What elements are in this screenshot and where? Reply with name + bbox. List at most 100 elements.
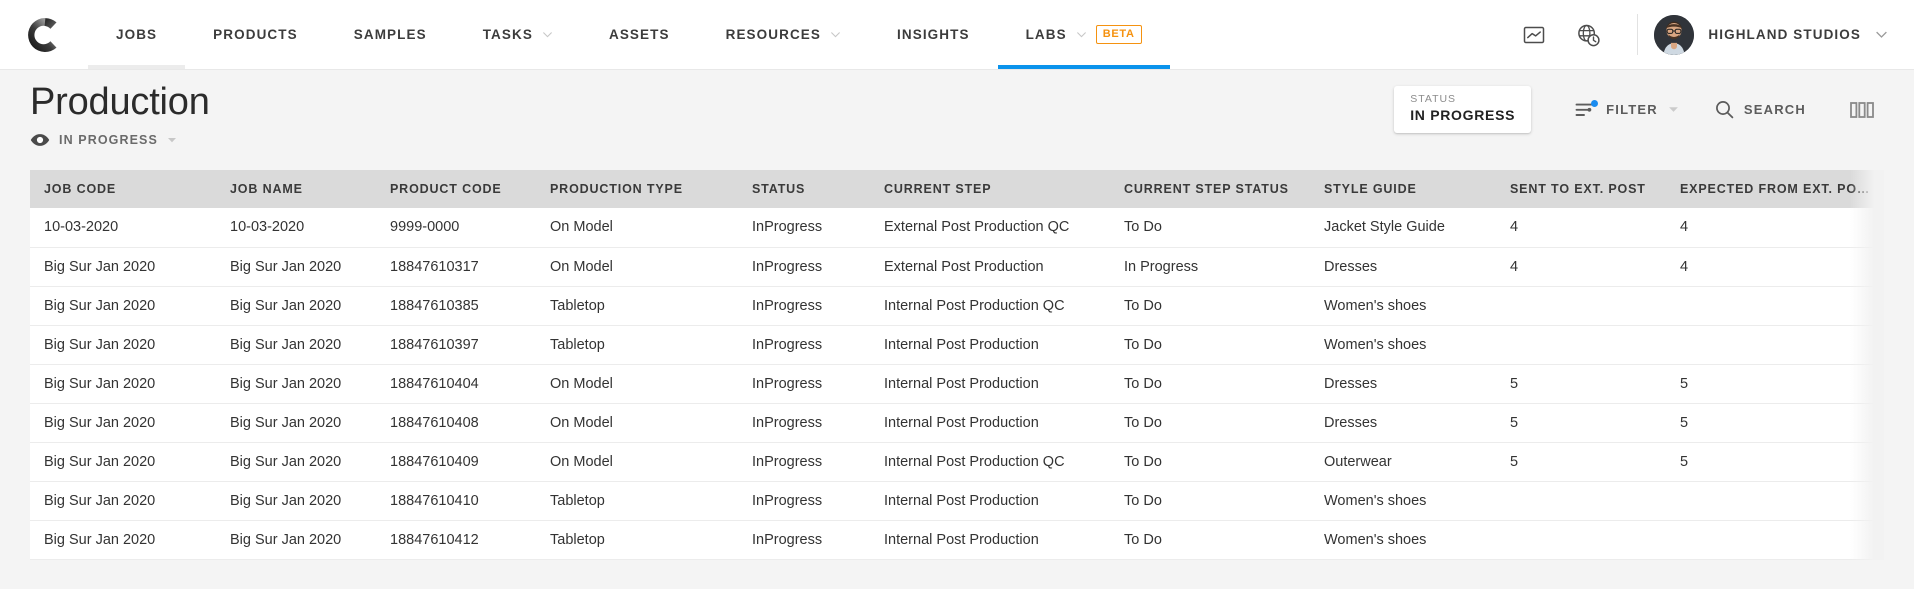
nav-item-jobs[interactable]: JOBS [88,0,186,69]
cell-sent-to-ext-post: 5 [1496,403,1666,443]
table-scroll-container[interactable]: JOB CODE JOB NAME PRODUCT CODE PRODUCTIO… [30,170,1884,560]
search-button[interactable]: SEARCH [1697,100,1824,119]
cell-style-guide: Women's shoes [1310,286,1496,326]
nav-item-labs[interactable]: LABS BETA [997,0,1170,69]
cell-product-code: 18847610317 [376,247,536,287]
column-header-expected-from-ext-post[interactable]: EXPECTED FROM EXT. PO… [1666,170,1882,208]
status-filter-chip[interactable]: STATUS IN PROGRESS [1394,86,1532,134]
nav-item-resources[interactable]: RESOURCES [698,0,869,69]
columns-icon [1850,101,1874,118]
cell-expected-from-ext-post: 4 [1666,247,1882,287]
cell-current-step-status: To Do [1110,481,1310,521]
cell-job-code: 10-03-2020 [30,208,216,248]
cell-style-guide: Women's shoes [1310,520,1496,560]
nav-item-tasks[interactable]: TASKS [455,0,581,69]
nav-hover-indicator [88,65,186,69]
nav-indicator [185,66,326,69]
cell-current-step: Internal Post Production [870,325,1110,365]
table-row[interactable]: Big Sur Jan 2020 Big Sur Jan 2020 18847610… [30,247,1884,287]
table-row[interactable]: Big Sur Jan 2020 Big Sur Jan 2020 18847610… [30,481,1884,521]
cell-status: InProgress [738,403,870,443]
production-table: JOB CODE JOB NAME PRODUCT CODE PRODUCTIO… [30,170,1884,560]
cell-production-type: Tabletop [536,481,738,521]
cell-expected-from-ext-post: 5 [1666,364,1882,404]
nav-item-assets[interactable]: ASSETS [581,0,698,69]
filter-button[interactable]: FILTER [1557,99,1697,119]
chevron-down-icon [831,32,841,38]
cell-style-guide: Jacket Style Guide [1310,208,1496,248]
cell-job-code: Big Sur Jan 2020 [30,442,216,482]
chevron-down-icon [542,32,552,38]
column-header-job-code[interactable]: JOB CODE [30,170,216,208]
cell-sent-to-ext-post [1496,286,1666,326]
column-header-product-code[interactable]: PRODUCT CODE [376,170,536,208]
cell-job-name: Big Sur Jan 2020 [216,481,376,521]
nav-item-insights[interactable]: INSIGHTS [869,0,998,69]
cell-sent-to-ext-post [1496,325,1666,365]
table-header-row: JOB CODE JOB NAME PRODUCT CODE PRODUCTIO… [30,170,1884,208]
globe-clock-button[interactable] [1561,21,1615,49]
cell-status: InProgress [738,364,870,404]
table-row[interactable]: Big Sur Jan 2020 Big Sur Jan 2020 18847610… [30,364,1884,404]
column-header-job-name[interactable]: JOB NAME [216,170,376,208]
inbox-tray-icon [1524,26,1545,43]
app-logo[interactable] [0,0,88,69]
cell-status: InProgress [738,208,870,248]
nav-item-products[interactable]: PRODUCTS [185,0,326,69]
nav-item-samples[interactable]: SAMPLES [326,0,455,69]
cell-next: 4 [1882,208,1884,248]
cell-production-type: On Model [536,403,738,443]
cell-product-code: 18847610410 [376,481,536,521]
column-header-sent-to-ext-post[interactable]: SENT TO EXT. POST [1496,170,1666,208]
table-row[interactable]: Big Sur Jan 2020 Big Sur Jan 2020 18847610… [30,403,1884,443]
nav-item-label: ASSETS [608,27,670,42]
cell-product-code: 18847610404 [376,364,536,404]
cell-product-code: 18847610409 [376,442,536,482]
cell-next [1882,325,1884,365]
c-logo-icon [28,17,57,52]
table-row[interactable]: Big Sur Jan 2020 Big Sur Jan 2020 18847610… [30,286,1884,326]
status-chip-caption: STATUS [1410,93,1457,105]
inbox-tray-button[interactable] [1507,22,1561,48]
column-header-current-step[interactable]: CURRENT STEP [870,170,1110,208]
cell-sent-to-ext-post: 5 [1496,364,1666,404]
cell-current-step-status: To Do [1110,325,1310,365]
table-row[interactable]: Big Sur Jan 2020 Big Sur Jan 2020 18847610… [30,325,1884,365]
cell-status: InProgress [738,247,870,287]
nav-active-indicator [997,65,1170,69]
cell-expected-from-ext-post: 5 [1666,403,1882,443]
view-selector[interactable]: IN PROGRESS [30,133,210,147]
nav-item-label: RESOURCES [725,27,822,42]
cell-expected-from-ext-post: 5 [1666,442,1882,482]
cell-next: 0 [1882,247,1884,287]
cell-style-guide: Dresses [1310,364,1496,404]
table-row[interactable]: Big Sur Jan 2020 Big Sur Jan 2020 18847610… [30,520,1884,560]
nav-indicator [326,66,455,69]
columns-button[interactable] [1824,101,1890,118]
cell-status: InProgress [738,325,870,365]
cell-style-guide: Outerwear [1310,442,1496,482]
user-menu[interactable]: HIGHLAND STUDIOS [1654,14,1914,55]
cell-current-step-status: In Progress [1110,247,1310,287]
nav-item-label: JOBS [116,27,158,42]
nav-item-label: SAMPLES [353,27,427,42]
page-title-block: Production IN PROGRESS [30,81,210,147]
chevron-down-icon [1076,32,1086,38]
nav-item-label: LABS [1025,27,1067,42]
column-header-next[interactable] [1882,170,1884,208]
cell-style-guide: Dresses [1310,403,1496,443]
cell-job-name: Big Sur Jan 2020 [216,364,376,404]
nav-indicator [581,66,698,69]
cell-job-name: 10-03-2020 [216,208,376,248]
cell-expected-from-ext-post [1666,325,1882,365]
column-header-style-guide[interactable]: STYLE GUIDE [1310,170,1496,208]
cell-current-step-status: To Do [1110,208,1310,248]
cell-next: 5 [1882,442,1884,482]
column-header-production-type[interactable]: PRODUCTION TYPE [536,170,738,208]
table-row[interactable]: Big Sur Jan 2020 Big Sur Jan 2020 18847610… [30,442,1884,482]
column-header-current-step-status[interactable]: CURRENT STEP STATUS [1110,170,1310,208]
cell-style-guide: Dresses [1310,247,1496,287]
table-row[interactable]: 10-03-2020 10-03-2020 9999-0000 On Model InP… [30,208,1884,248]
cell-production-type: On Model [536,247,738,287]
column-header-status[interactable]: STATUS [738,170,870,208]
